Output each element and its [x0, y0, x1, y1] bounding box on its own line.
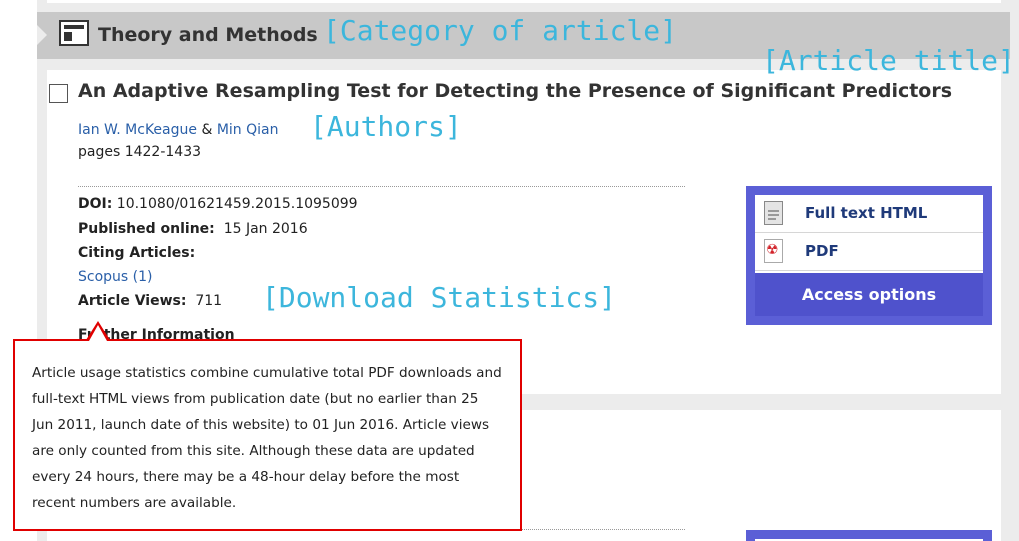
divider — [78, 186, 685, 187]
published-value: 15 Jan 2016 — [223, 221, 308, 237]
scopus-link[interactable]: Scopus (1) — [78, 269, 152, 285]
next-access-panel — [746, 530, 992, 541]
full-text-html-label: Full text HTML — [805, 204, 928, 222]
published-label: Published online: — [78, 221, 215, 237]
author-link[interactable]: Min Qian — [217, 122, 279, 138]
article-select-checkbox[interactable] — [49, 84, 68, 103]
doi-line: DOI: 10.1080/01621459.2015.1095099 — [78, 196, 358, 212]
document-icon — [764, 201, 783, 225]
published-line: Published online: 15 Jan 2016 — [78, 221, 308, 237]
author-list: Ian W. McKeague & Min Qian — [78, 122, 278, 138]
author-separator: & — [201, 122, 213, 138]
doi-label: DOI: — [78, 196, 113, 212]
annotation-category: [Category of article] — [323, 14, 678, 47]
article-title[interactable]: An Adaptive Resampling Test for Detectin… — [78, 80, 952, 102]
category-icon — [59, 20, 89, 46]
annotation-title: [Article title] — [762, 44, 1015, 77]
access-options-button[interactable]: Access options — [755, 273, 983, 316]
article-pages: pages 1422-1433 — [78, 144, 202, 160]
author-link[interactable]: Ian W. McKeague — [78, 122, 197, 138]
tooltip-text: Article usage statistics combine cumulat… — [32, 365, 502, 511]
doi-value: 10.1080/01621459.2015.1095099 — [116, 196, 358, 212]
pdf-icon: ☢ — [764, 239, 783, 263]
access-panel: Full text HTML ☢ PDF Access options — [746, 186, 992, 325]
article-views-tooltip: Article usage statistics combine cumulat… — [13, 339, 522, 531]
annotation-download-statistics: [Download Statistics] — [262, 281, 617, 314]
pdf-link[interactable]: ☢ PDF — [755, 233, 983, 271]
tooltip-arrow-fill — [89, 325, 107, 341]
pdf-label: PDF — [805, 242, 839, 260]
category-label: Theory and Methods — [98, 24, 318, 46]
category-notch — [37, 25, 47, 45]
annotation-authors: [Authors] — [310, 110, 462, 143]
views-line: Article Views: 711 — [78, 293, 222, 309]
previous-card-edge — [47, 0, 1001, 3]
citing-label: Citing Articles: — [78, 245, 196, 261]
views-label[interactable]: Article Views: — [78, 293, 186, 309]
views-value: 711 — [195, 293, 223, 309]
full-text-html-link[interactable]: Full text HTML — [755, 195, 983, 233]
